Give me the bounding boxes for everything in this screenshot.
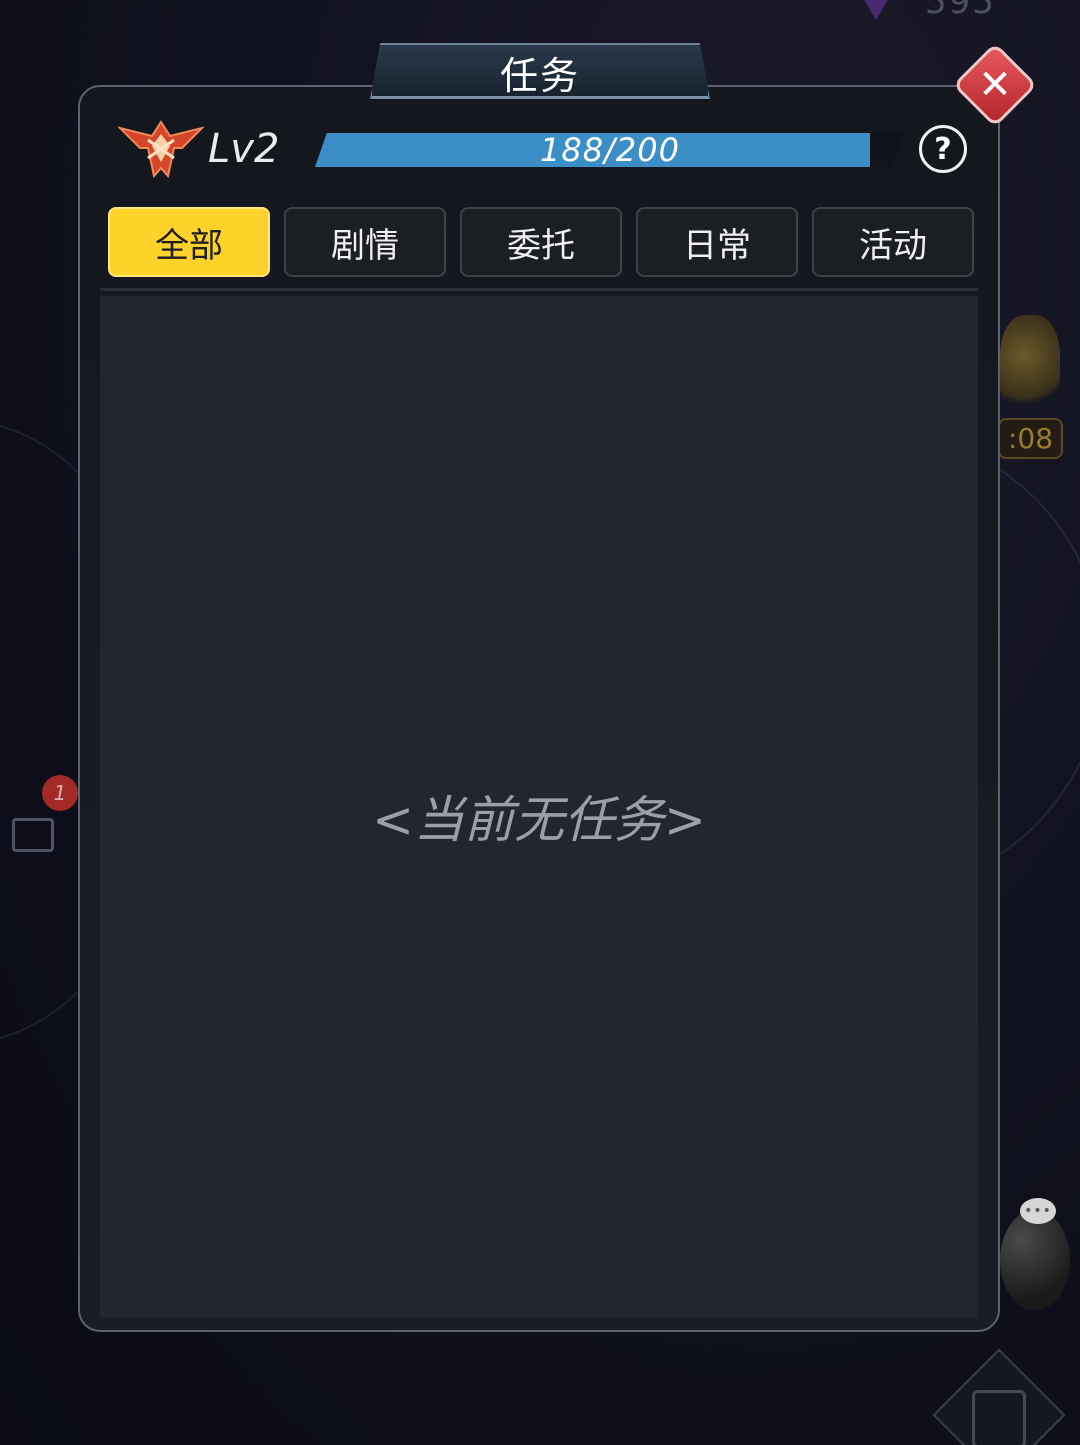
event-mascot-icon — [1000, 315, 1060, 415]
xp-progress-bar: 188/200 — [315, 133, 905, 167]
chat-icon — [12, 818, 54, 852]
notification-badge: 1 — [42, 775, 78, 811]
currency-counter: 595 — [925, 0, 996, 22]
tab-story[interactable]: 剧情 — [284, 207, 446, 277]
tab-all[interactable]: 全部 — [108, 207, 270, 277]
tab-event[interactable]: 活动 — [812, 207, 974, 277]
task-list-icon — [972, 1390, 1026, 1445]
tab-commission[interactable]: 委托 — [460, 207, 622, 277]
empty-task-message: <当前无任务> — [372, 791, 706, 849]
xp-progress-text: 188/200 — [540, 131, 680, 169]
tab-daily[interactable]: 日常 — [636, 207, 798, 277]
event-timer: :08 — [998, 418, 1064, 459]
dialog-title: 任务 — [370, 43, 710, 99]
task-category-tabs: 全部 剧情 委托 日常 活动 — [108, 207, 974, 277]
help-button[interactable]: ? — [919, 125, 967, 173]
rank-emblem-icon — [118, 120, 204, 179]
speech-bubble-icon: ••• — [1020, 1198, 1056, 1224]
tab-divider — [100, 288, 978, 291]
help-icon: ? — [934, 131, 952, 167]
gem-icon — [858, 0, 894, 20]
assistant-avatar — [1000, 1210, 1070, 1310]
player-level: Lv2 — [208, 126, 280, 172]
